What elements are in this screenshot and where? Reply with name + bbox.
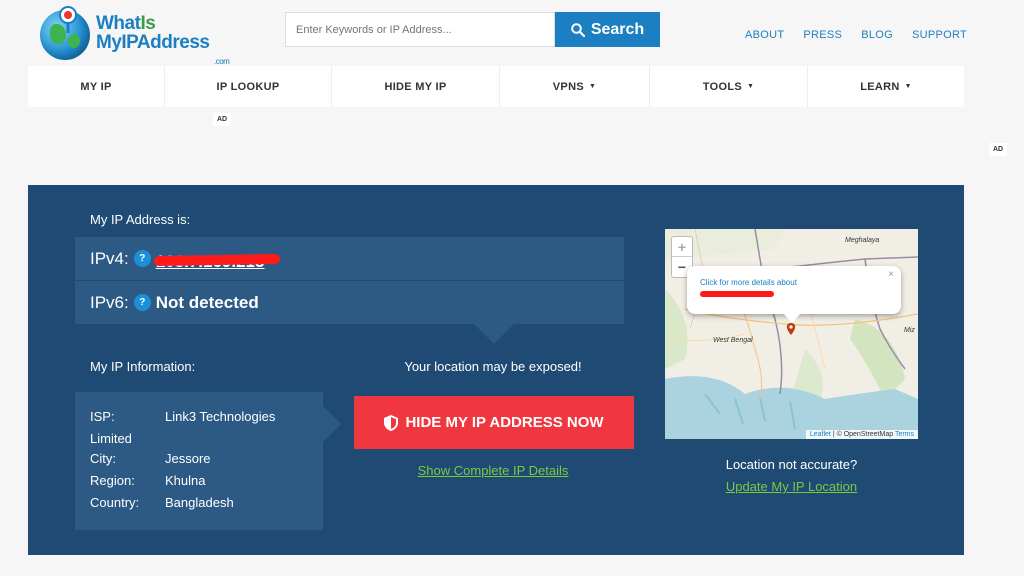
top-links: ABOUT PRESS BLOG SUPPORT [745,29,986,41]
caret-down-icon: ▼ [904,83,912,90]
site-logo[interactable]: WhatIs MyIPAddress .com [40,6,230,66]
blog-link[interactable]: BLOG [861,29,893,41]
help-icon[interactable]: ? [133,250,151,267]
nav-item-vpns[interactable]: VPNS ▼ [500,66,650,107]
search-icon [571,22,585,37]
header: WhatIs MyIPAddress .com Search ABOUT PRE… [0,0,1024,66]
caret-down-icon: ▼ [746,83,755,90]
ad-badge[interactable]: AD [213,113,232,126]
map-attribution: Leaflet | © OpenStreetMap Terms [805,430,918,439]
shield-icon [384,414,399,431]
ipv6-value: Not detected [155,292,259,312]
press-link[interactable]: PRESS [803,29,842,41]
map-pin-icon [59,6,77,33]
isp-key: ISP: [90,409,115,424]
my-ip-heading: My IP Address is: [90,212,191,227]
isp-value: Link3 Technologies [165,409,276,424]
about-link[interactable]: ABOUT [745,29,784,41]
terms-link[interactable]: Terms [895,431,914,438]
support-link[interactable]: SUPPORT [912,29,967,41]
search-button[interactable]: Search [555,12,660,47]
ad-badge[interactable]: AD [989,143,1008,156]
main-nav: MY IP IP LOOKUP HIDE MY IP VPNS ▼ TOOLS ▼ … [28,66,964,107]
city-key: City: [90,451,116,466]
show-details-link[interactable]: Show Complete IP Details [353,463,633,478]
close-icon[interactable]: × [888,269,894,280]
ipv4-row: IPv4: ? 103.7.169.213 [75,237,624,280]
nav-item-hide-my-ip[interactable]: HIDE MY IP [332,66,500,107]
logo-text: WhatIs MyIPAddress .com [96,13,230,66]
ip-info-box: ISP: Link3 Technologies Limited City: Jess… [75,392,341,530]
zoom-in-button[interactable]: + [672,237,692,257]
caret-down-icon: ▼ [588,83,597,90]
ipv4-value[interactable]: 103.7.169.213 [153,250,280,271]
map-label-mizoram: Miz [904,327,915,334]
popup-details-link[interactable]: Click for more details about [700,278,797,287]
map-label-west-bengal: West Bengal [713,337,753,344]
leaflet-link[interactable]: Leaflet [810,431,831,438]
location-map[interactable]: Meghalaya West Bengal Miz + − Click for … [665,229,918,439]
location-accuracy-prompt: Location not accurate? [725,457,858,472]
pointer-arrow [474,324,514,344]
map-label-meghalaya: Meghalaya [845,237,880,244]
nav-item-learn[interactable]: LEARN ▼ [808,66,964,107]
search-button-label: Search [590,20,645,38]
search-input[interactable] [285,12,555,47]
region-key: Region: [90,473,135,488]
hide-my-ip-label: HIDE MY IP ADDRESS NOW [405,414,604,431]
redaction-mark [700,291,774,297]
isp-value-cont: Limited [90,431,132,446]
map-popup: Click for more details about × [687,266,901,323]
country-value: Bangladesh [165,495,234,510]
nav-item-my-ip[interactable]: MY IP [28,66,165,107]
help-icon[interactable]: ? [133,294,151,311]
ip-info-heading: My IP Information: [90,359,196,374]
region-value: Khulna [165,473,206,488]
map-tiles [665,229,918,439]
nav-item-ip-lookup[interactable]: IP LOOKUP [165,66,332,107]
ipv4-label: IPv4: [90,248,129,268]
ipv6-label: IPv6: [90,292,129,312]
city-value: Jessore [165,451,211,466]
ip-info-panel: My IP Address is: IPv4: ? 103.7.169.213 … [28,185,964,555]
country-key: Country: [90,495,140,510]
nav-item-tools[interactable]: TOOLS ▼ [650,66,808,107]
exposure-warning: Your location may be exposed! [404,359,582,374]
ipv6-row: IPv6: ? Not detected [75,281,624,324]
update-location-link[interactable]: Update My IP Location [665,479,918,494]
hide-my-ip-button[interactable]: HIDE MY IP ADDRESS NOW [354,396,634,449]
redaction-mark [153,253,280,266]
